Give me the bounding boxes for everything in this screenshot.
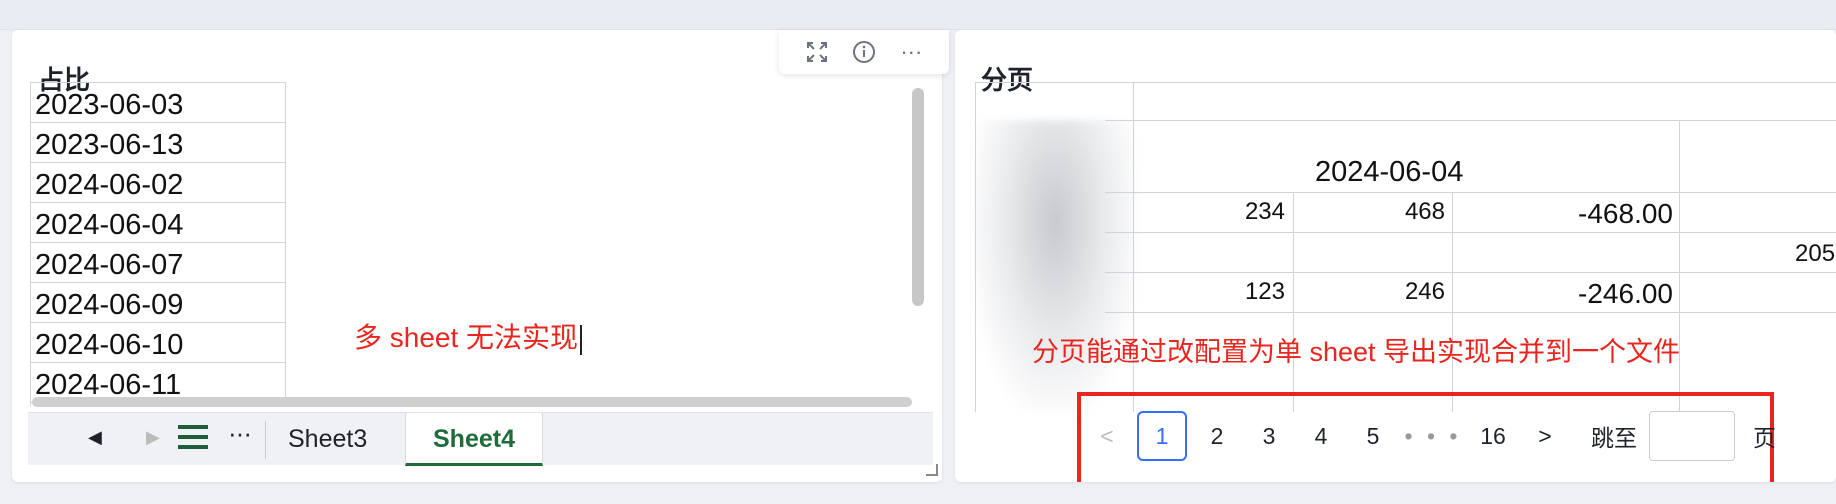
- jump-label: 跳至: [1591, 425, 1637, 451]
- text-caret: [580, 324, 582, 355]
- sheet-grid: 2023-06-03 2023-06-13 2024-06-02 2024-06…: [30, 82, 286, 406]
- table-cell: -246.00: [1578, 278, 1673, 309]
- tab-sheet3[interactable]: Sheet3: [266, 413, 389, 466]
- table-row[interactable]: 2023-06-13: [31, 123, 285, 163]
- page-button[interactable]: 1: [1137, 411, 1187, 461]
- tab-sheet4[interactable]: Sheet4: [405, 413, 543, 466]
- more-icon[interactable]: ···: [895, 36, 927, 68]
- annotation-left: 多 sheet 无法实现: [354, 316, 582, 356]
- sheet-tab-bar: ◀ ▶ ··· Sheet3 Sheet4: [28, 412, 933, 466]
- page-button[interactable]: 16: [1471, 411, 1515, 461]
- page-button[interactable]: 2: [1195, 411, 1239, 461]
- table-row[interactable]: 2024-06-07: [31, 243, 285, 283]
- page-ellipsis[interactable]: • • •: [1403, 411, 1463, 461]
- jump-page-input[interactable]: [1649, 411, 1735, 461]
- divider: [1105, 232, 1836, 233]
- sheet-list-icon[interactable]: [178, 425, 208, 453]
- page-button[interactable]: 5: [1351, 411, 1395, 461]
- right-table-card: 分页 2024-06-04 234 468 -468.00 205 123 24…: [955, 30, 1836, 482]
- divider: [1452, 192, 1453, 412]
- page-button[interactable]: 3: [1247, 411, 1291, 461]
- divider: [975, 82, 1836, 83]
- divider: [1105, 120, 1836, 121]
- prev-page-button[interactable]: <: [1085, 411, 1129, 461]
- pagination: < 1 2 3 4 5 • • • 16 > 跳至 页: [1085, 410, 1776, 462]
- prev-sheet-icon[interactable]: ◀: [88, 427, 102, 448]
- card-toolbar: ···: [779, 30, 949, 74]
- next-sheet-icon[interactable]: ▶: [146, 427, 160, 448]
- divider: [1105, 312, 1836, 313]
- page-button[interactable]: 4: [1299, 411, 1343, 461]
- annotation-right: 分页能通过改配置为单 sheet 导出实现合并到一个文件: [1032, 337, 1681, 367]
- table-row[interactable]: 2023-06-03: [31, 83, 285, 123]
- sheet-more-icon[interactable]: ···: [228, 418, 252, 449]
- top-strip: [0, 0, 1836, 30]
- expand-icon[interactable]: [801, 36, 833, 68]
- table-cell: 246: [1404, 278, 1445, 305]
- table-cell: -468.00: [1578, 198, 1673, 229]
- table-row[interactable]: 2024-06-04: [31, 203, 285, 243]
- jump-unit-label: 页: [1753, 425, 1776, 451]
- table-row[interactable]: 2024-06-09: [31, 283, 285, 323]
- horizontal-scrollbar[interactable]: [32, 397, 912, 407]
- left-chart-card: 占比 ··· 2023-06-03 2023-06-13 2024-06-02 …: [12, 30, 949, 482]
- info-icon[interactable]: [848, 36, 880, 68]
- table-row[interactable]: 2024-06-10: [31, 323, 285, 363]
- table-cell: 234: [1244, 198, 1285, 225]
- vertical-scrollbar[interactable]: [912, 88, 924, 306]
- table-cell: 205: [1795, 240, 1836, 267]
- divider: [975, 82, 976, 412]
- divider: [1105, 192, 1836, 193]
- table-cell: 468: [1404, 198, 1445, 225]
- divider: [1293, 192, 1294, 412]
- divider: [1105, 272, 1836, 273]
- resize-handle[interactable]: [926, 464, 938, 476]
- next-page-button[interactable]: >: [1523, 411, 1567, 461]
- table-cell: 123: [1244, 278, 1285, 305]
- column-header-date: 2024-06-04: [1315, 156, 1464, 188]
- table-row[interactable]: 2024-06-02: [31, 163, 285, 203]
